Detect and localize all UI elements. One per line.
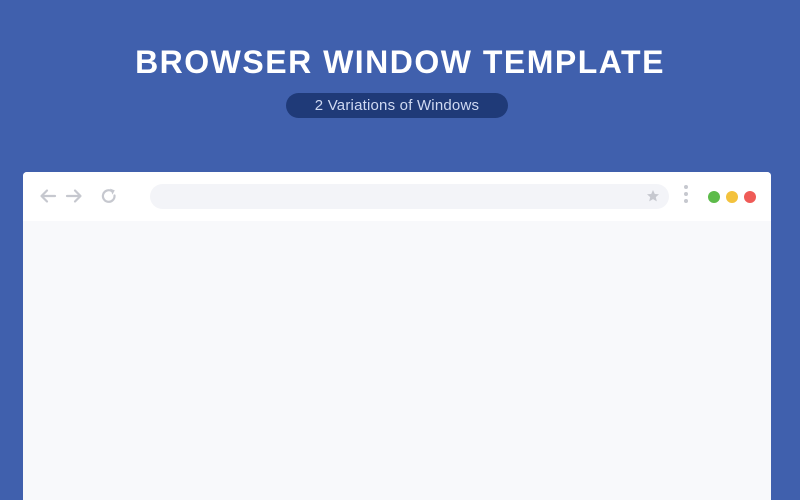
page-title: BROWSER WINDOW TEMPLATE <box>135 44 665 80</box>
browser-content-area <box>23 221 771 500</box>
forward-arrow-icon[interactable] <box>64 186 84 206</box>
subtitle-badge: 2 Variations of Windows <box>286 93 508 118</box>
back-arrow-icon[interactable] <box>38 186 58 206</box>
maximize-button[interactable] <box>708 191 720 203</box>
browser-toolbar <box>23 172 771 221</box>
star-icon[interactable] <box>646 189 660 203</box>
minimize-button[interactable] <box>726 191 738 203</box>
kebab-menu-icon[interactable] <box>681 185 691 209</box>
address-bar[interactable] <box>150 184 669 209</box>
page-canvas: BROWSER WINDOW TEMPLATE 2 Variations of … <box>0 0 800 500</box>
close-button[interactable] <box>744 191 756 203</box>
browser-window <box>23 172 771 500</box>
reload-icon[interactable] <box>99 186 119 206</box>
url-input[interactable] <box>162 184 632 209</box>
